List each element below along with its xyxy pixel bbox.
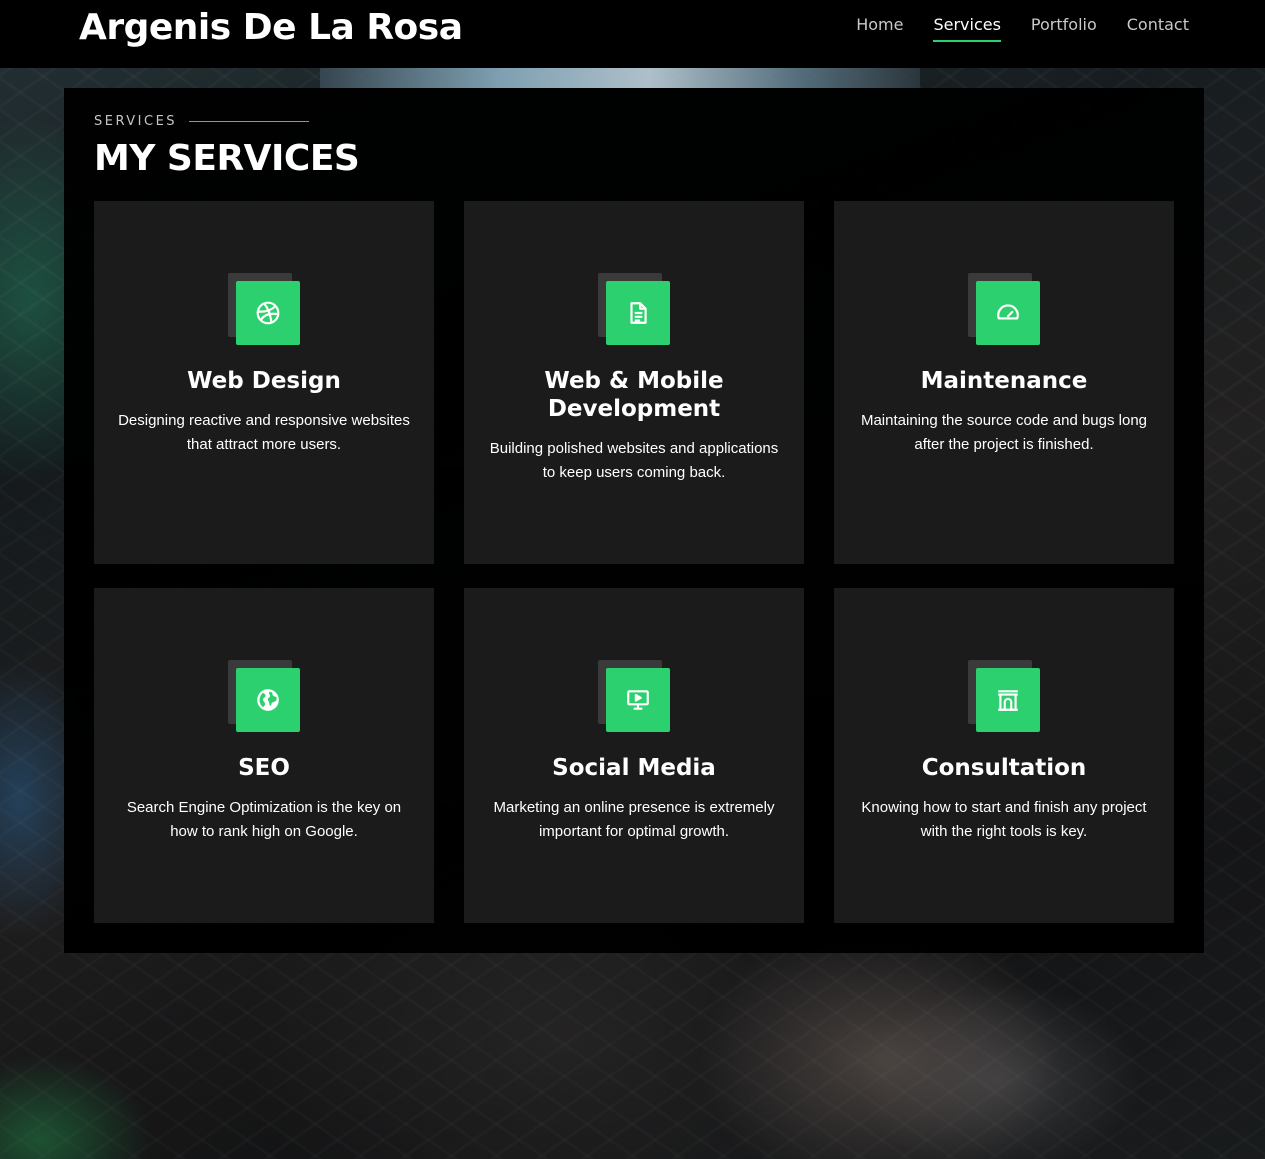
service-title: Web Design [187, 368, 341, 394]
service-icon-wrap [968, 660, 1040, 732]
service-title: Social Media [552, 755, 716, 781]
navbar: Argenis De La Rosa Home Services Portfol… [0, 0, 1265, 68]
services-panel: SERVICES MY SERVICES Web Design Designin… [64, 88, 1204, 953]
service-title: Web & Mobile Development [544, 368, 724, 422]
service-icon-wrap [968, 273, 1040, 345]
section-tag-divider [189, 121, 310, 122]
nav-link-services[interactable]: Services [933, 15, 1002, 42]
dashboard-gauge-icon [976, 281, 1040, 345]
service-card-social-media: Social Media Marketing an online presenc… [464, 588, 804, 923]
service-description: Knowing how to start and finish any proj… [861, 799, 1147, 840]
service-description: Building polished websites and applicati… [489, 440, 779, 481]
service-title: SEO [238, 755, 290, 781]
service-description: Search Engine Optimization is the key on… [126, 799, 402, 840]
services-grid: Web Design Designing reactive and respon… [94, 201, 1174, 923]
service-icon-wrap [228, 660, 300, 732]
service-card-seo: SEO Search Engine Optimization is the ke… [94, 588, 434, 923]
nav-link-portfolio[interactable]: Portfolio [1031, 15, 1097, 40]
service-card-web-mobile-development: Web & Mobile Development Building polish… [464, 201, 804, 564]
section-tag: SERVICES [94, 114, 310, 129]
section-title: MY SERVICES [94, 138, 360, 179]
section-tag-label: SERVICES [94, 114, 178, 129]
service-title: Maintenance [920, 368, 1088, 394]
service-icon-wrap [598, 660, 670, 732]
nav-link-contact[interactable]: Contact [1127, 15, 1189, 40]
dribbble-icon [236, 281, 300, 345]
brand-logo[interactable]: Argenis De La Rosa [79, 7, 463, 48]
service-title: Consultation [921, 755, 1087, 781]
archway-icon [976, 668, 1040, 732]
service-card-web-design: Web Design Designing reactive and respon… [94, 201, 434, 564]
service-description: Marketing an online presence is extremel… [493, 799, 775, 840]
presentation-screen-icon [606, 668, 670, 732]
nav-link-home[interactable]: Home [856, 15, 903, 40]
background-light-strip [320, 68, 920, 88]
nav-links: Home Services Portfolio Contact [856, 15, 1189, 42]
globe-icon [236, 668, 300, 732]
service-card-maintenance: Maintenance Maintaining the source code … [834, 201, 1174, 564]
service-card-consultation: Consultation Knowing how to start and fi… [834, 588, 1174, 923]
service-description: Maintaining the source code and bugs lon… [860, 412, 1148, 453]
service-icon-wrap [228, 273, 300, 345]
service-description: Designing reactive and responsive websit… [118, 412, 410, 453]
document-icon [606, 281, 670, 345]
service-icon-wrap [598, 273, 670, 345]
